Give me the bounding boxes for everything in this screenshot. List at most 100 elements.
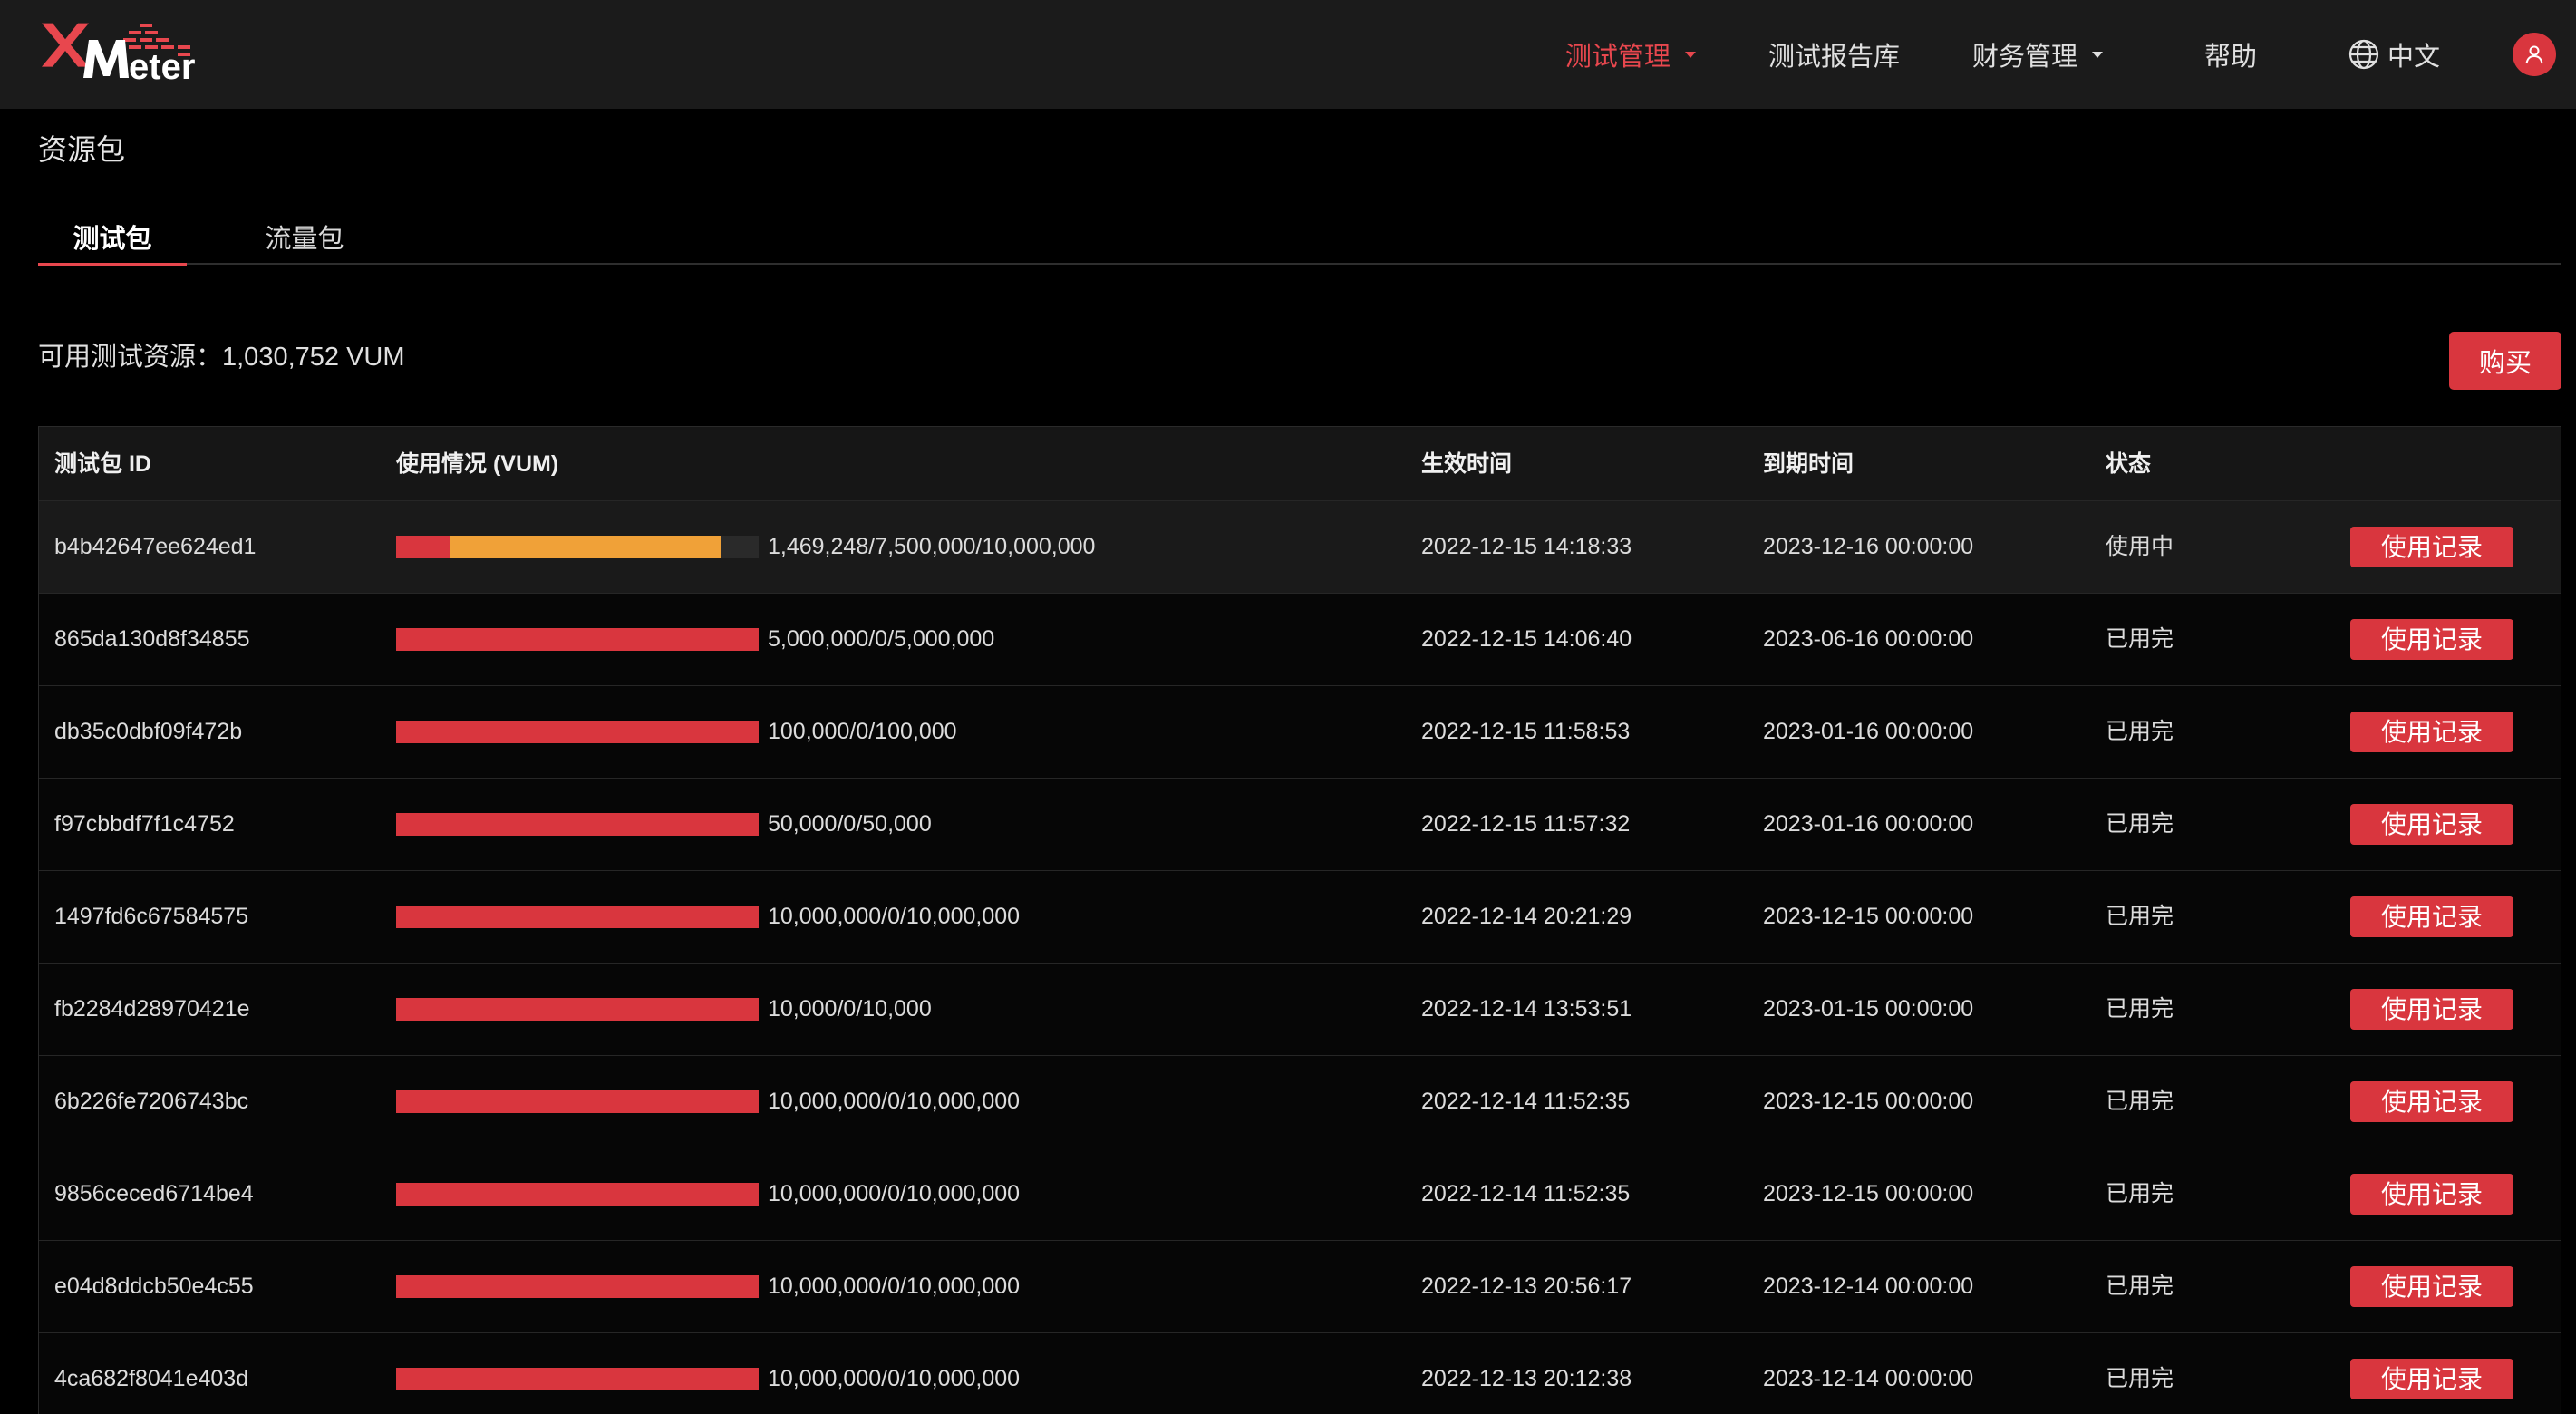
chevron-down-icon <box>1684 51 1696 58</box>
start-time: 2022-12-13 20:12:38 <box>1421 1366 1632 1391</box>
start-time: 2022-12-14 20:21:29 <box>1421 904 1632 929</box>
usage-record-button[interactable]: 使用记录 <box>2350 712 2513 752</box>
xmeter-logo[interactable]: eter <box>38 22 210 87</box>
nav-test-reports-label: 测试报告库 <box>1767 43 1900 72</box>
usage-bar-used <box>396 1275 759 1298</box>
usage-bar-used <box>396 1368 759 1390</box>
tab-test-package[interactable]: 测试包 <box>38 199 187 266</box>
usage-record-button[interactable]: 使用记录 <box>2350 1081 2513 1122</box>
table-row: f97cbbdf7f1c4752 50,000/0/50,000 2022-12-1… <box>39 779 2561 871</box>
table-row: db35c0dbf09f472b 100,000/0/100,000 2022-12… <box>39 686 2561 779</box>
package-table: 测试包 ID 使用情况 (VUM) 生效时间 到期时间 状态 b4b42647e… <box>38 426 2561 1414</box>
package-id: b4b42647ee624ed1 <box>54 534 257 559</box>
expire-time: 2023-01-16 00:00:00 <box>1763 719 1974 744</box>
usage-progress-bar <box>396 1183 759 1206</box>
nav-test-reports[interactable]: 测试报告库 <box>1768 35 1900 73</box>
status-text: 已用完 <box>2106 996 2174 1022</box>
usage-text: 10,000,000/0/10,000,000 <box>768 1274 1021 1299</box>
usage-text: 10,000,000/0/10,000,000 <box>768 1366 1021 1391</box>
usage-bar-available <box>450 536 721 558</box>
column-header-id: 测试包 ID <box>54 451 151 477</box>
language-switcher[interactable]: 中文 <box>2348 35 2440 73</box>
table-row: 865da130d8f34855 5,000,000/0/5,000,000 202… <box>39 594 2561 686</box>
usage-record-button[interactable]: 使用记录 <box>2350 804 2513 845</box>
usage-text: 5,000,000/0/5,000,000 <box>768 626 995 652</box>
usage-progress-bar <box>396 998 759 1021</box>
start-time: 2022-12-14 11:52:35 <box>1421 1089 1631 1114</box>
table-row: fb2284d28970421e 10,000/0/10,000 2022-12-1… <box>39 964 2561 1056</box>
usage-progress-bar <box>396 813 759 836</box>
usage-progress-bar <box>396 906 759 928</box>
usage-progress-bar <box>396 536 759 558</box>
status-text: 已用完 <box>2106 1089 2174 1114</box>
table-row: 6b226fe7206743bc 10,000,000/0/10,000,000 2… <box>39 1056 2561 1148</box>
table-row: 1497fd6c67584575 10,000,000/0/10,000,000 2… <box>39 871 2561 964</box>
start-time: 2022-12-14 11:52:35 <box>1421 1181 1631 1206</box>
status-text: 已用完 <box>2106 1274 2174 1299</box>
usage-progress-bar <box>396 1275 759 1298</box>
nav-finance-management[interactable]: 财务管理 <box>1972 35 2103 73</box>
package-id: fb2284d28970421e <box>54 996 250 1022</box>
expire-time: 2023-01-15 00:00:00 <box>1763 996 1974 1022</box>
expire-time: 2023-12-16 00:00:00 <box>1763 534 1974 559</box>
column-header-start-time: 生效时间 <box>1421 451 1513 477</box>
usage-bar-used <box>396 906 759 928</box>
user-avatar[interactable] <box>2513 33 2556 76</box>
package-id: 6b226fe7206743bc <box>54 1089 249 1114</box>
usage-record-button[interactable]: 使用记录 <box>2350 1359 2513 1399</box>
expire-time: 2023-12-15 00:00:00 <box>1763 1181 1974 1206</box>
column-header-status: 状态 <box>2106 451 2152 477</box>
usage-record-button[interactable]: 使用记录 <box>2350 896 2513 937</box>
usage-text: 10,000/0/10,000 <box>768 996 932 1022</box>
usage-record-button[interactable]: 使用记录 <box>2350 527 2513 567</box>
status-text: 已用完 <box>2106 904 2174 929</box>
status-text: 已用完 <box>2106 1181 2174 1206</box>
expire-time: 2023-12-15 00:00:00 <box>1763 904 1974 929</box>
start-time: 2022-12-13 20:56:17 <box>1421 1274 1632 1299</box>
nav-test-management[interactable]: 测试管理 <box>1565 35 1696 73</box>
usage-bar-used <box>396 721 759 743</box>
usage-record-button[interactable]: 使用记录 <box>2350 619 2513 660</box>
tab-test-package-label: 测试包 <box>73 225 152 254</box>
package-id: db35c0dbf09f472b <box>54 719 243 744</box>
table-row: e04d8ddcb50e4c55 10,000,000/0/10,000,000 2… <box>39 1241 2561 1333</box>
usage-progress-bar <box>396 1090 759 1113</box>
usage-record-button[interactable]: 使用记录 <box>2350 1266 2513 1307</box>
usage-record-button[interactable]: 使用记录 <box>2350 989 2513 1030</box>
buy-button[interactable]: 购买 <box>2449 332 2561 390</box>
usage-progress-bar <box>396 721 759 743</box>
status-text: 使用中 <box>2106 534 2174 559</box>
usage-text: 10,000,000/0/10,000,000 <box>768 1181 1021 1206</box>
usage-bar-used <box>396 813 759 836</box>
main-nav: 测试管理 测试报告库 财务管理 帮助 中文 <box>1565 0 2576 109</box>
column-header-expire-time: 到期时间 <box>1763 451 1855 477</box>
tab-traffic-package[interactable]: 流量包 <box>230 199 379 265</box>
usage-text: 50,000/0/50,000 <box>768 811 932 837</box>
start-time: 2022-12-15 14:18:33 <box>1421 534 1632 559</box>
available-resource-text: 可用测试资源：1,030,752 VUM <box>38 343 405 372</box>
tab-bar: 测试包 流量包 <box>38 199 2561 266</box>
start-time: 2022-12-15 11:57:32 <box>1421 811 1631 837</box>
package-id: 4ca682f8041e403d <box>54 1366 249 1391</box>
table-header: 测试包 ID 使用情况 (VUM) 生效时间 到期时间 状态 <box>39 427 2561 501</box>
start-time: 2022-12-15 14:06:40 <box>1421 626 1632 652</box>
svg-text:eter: eter <box>129 47 195 83</box>
nav-help[interactable]: 帮助 <box>2204 35 2257 73</box>
usage-record-button[interactable]: 使用记录 <box>2350 1174 2513 1215</box>
usage-bar-used <box>396 536 450 558</box>
column-header-usage: 使用情况 (VUM) <box>396 451 559 477</box>
expire-time: 2023-12-15 00:00:00 <box>1763 1089 1974 1114</box>
status-text: 已用完 <box>2106 626 2174 652</box>
tab-traffic-package-label: 流量包 <box>265 225 344 254</box>
nav-help-label: 帮助 <box>2203 43 2257 72</box>
user-icon <box>2523 44 2545 65</box>
expire-time: 2023-06-16 00:00:00 <box>1763 626 1974 652</box>
nav-finance-management-label: 财务管理 <box>1971 43 2077 72</box>
package-id: 1497fd6c67584575 <box>54 904 249 929</box>
start-time: 2022-12-15 11:58:53 <box>1421 719 1631 744</box>
usage-text: 10,000,000/0/10,000,000 <box>768 1089 1021 1114</box>
top-nav-bar: eter 测试管理 测试报告库 财务管理 帮助 中文 <box>0 0 2576 109</box>
nav-test-management-label: 测试管理 <box>1564 43 1671 72</box>
status-text: 已用完 <box>2106 1366 2174 1391</box>
table-row: 9856ceced6714be4 10,000,000/0/10,000,000 2… <box>39 1148 2561 1241</box>
